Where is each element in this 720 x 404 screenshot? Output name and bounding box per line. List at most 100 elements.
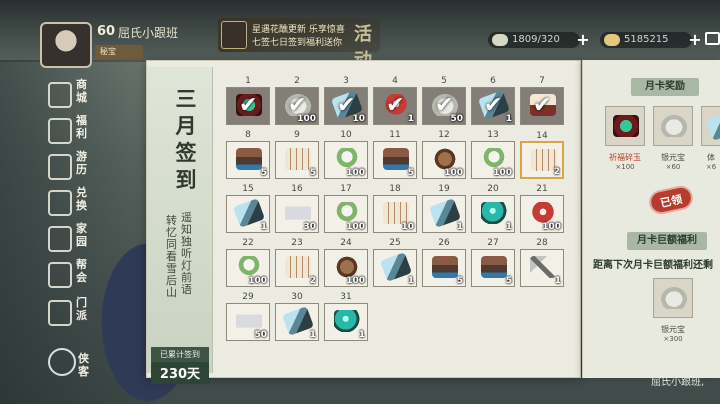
day-number: 12: [438, 130, 450, 140]
item-count: 1: [505, 222, 512, 232]
day-number: 26: [438, 238, 450, 248]
mail-icon[interactable]: [705, 32, 720, 45]
day-number: 8: [245, 130, 251, 140]
day-number: 20: [487, 184, 499, 194]
signin-day-19[interactable]: 19 1: [422, 184, 466, 233]
player-name: 屈氏小跟班: [118, 26, 179, 40]
monthly-reward-1[interactable]: [605, 106, 645, 146]
day-number: 16: [291, 184, 303, 194]
gift-icon: [48, 118, 72, 144]
day-number: 24: [340, 238, 352, 248]
signin-day-8[interactable]: 85: [226, 130, 270, 179]
orb-icon: [481, 202, 507, 224]
menu-welfare[interactable]: 福利: [48, 114, 92, 150]
monthly-reward-3[interactable]: [701, 106, 720, 146]
signin-day-5[interactable]: 5 50 ✔: [422, 76, 466, 125]
add-silver-button[interactable]: +: [574, 31, 592, 49]
signin-day-14[interactable]: 14 2: [520, 131, 564, 179]
day-number: 13: [487, 130, 499, 140]
signin-day-31[interactable]: 31 1: [324, 292, 368, 341]
signin-day-1[interactable]: 1 ✔: [226, 76, 270, 125]
poem-line-left: 转忆同看雪后山: [166, 214, 177, 299]
day-number: 19: [438, 184, 450, 194]
signin-day-28[interactable]: 28 1: [520, 238, 564, 287]
menu-home[interactable]: 家园: [48, 222, 92, 258]
signin-day-16[interactable]: 16 30: [275, 184, 319, 233]
signin-day-2[interactable]: 2 100 ✔: [275, 76, 319, 125]
signin-day-10[interactable]: 10 100: [324, 130, 368, 179]
event-banner[interactable]: 星遇花醮更新 乐享惊喜 七签七日签到福利送你 活动: [218, 18, 380, 71]
signin-day-20[interactable]: 20 1: [471, 184, 515, 233]
scroll-icon: [285, 148, 311, 170]
day-number: 27: [487, 238, 499, 248]
day-number: 18: [389, 184, 401, 194]
signin-day-13[interactable]: 13 100: [471, 130, 515, 179]
tea-brick-icon: [334, 256, 360, 278]
gold-value: 5185215: [624, 34, 669, 45]
menu-sect[interactable]: 门派: [48, 296, 92, 332]
signin-day-26[interactable]: 26 5: [422, 238, 466, 287]
signin-day-23[interactable]: 23 2: [275, 238, 319, 287]
day-number: 11: [389, 130, 401, 140]
add-gold-button[interactable]: +: [686, 31, 704, 49]
monthly-reward-2[interactable]: [653, 106, 693, 146]
signin-day-11[interactable]: 11 5: [373, 130, 417, 179]
signin-day-21[interactable]: 21 100: [520, 184, 564, 233]
menu-guild[interactable]: 帮会: [48, 258, 92, 294]
signin-day-7[interactable]: 7 ✔: [520, 76, 564, 125]
scroll-icon: [285, 256, 311, 278]
day-number: 3: [343, 76, 349, 86]
signin-day-15[interactable]: 15 1: [226, 184, 270, 233]
hero-icon[interactable]: [48, 348, 76, 376]
total-signin-days: 230天: [151, 362, 209, 384]
signin-day-29[interactable]: 29 50: [226, 292, 270, 341]
item-count: 100: [346, 222, 365, 232]
travel-icon: [48, 154, 72, 180]
item-count: 1: [554, 276, 561, 286]
day-number: 2: [294, 76, 300, 86]
checkmark-icon: ✔: [533, 93, 552, 118]
signin-day-12[interactable]: 12 100: [422, 130, 466, 179]
signin-day-9[interactable]: 95: [275, 130, 319, 179]
day-number: 15: [242, 184, 254, 194]
menu-hero-label: 侠客: [78, 352, 89, 378]
menu-shop[interactable]: 商城: [48, 78, 92, 114]
checkmark-icon: ✔: [288, 93, 307, 118]
signin-day-25[interactable]: 25 1: [373, 238, 417, 287]
signin-day-18[interactable]: 18 10: [373, 184, 417, 233]
item-count: 100: [346, 276, 365, 286]
jade-fragment-icon: [613, 115, 639, 137]
menu-label: 商城: [76, 78, 87, 104]
signin-day-22[interactable]: 22 100: [226, 238, 270, 287]
big-reward[interactable]: [653, 278, 693, 318]
checkmark-icon: ✔: [484, 93, 503, 118]
signin-day-30[interactable]: 30 1: [275, 292, 319, 341]
signin-day-4[interactable]: 4 1 ✔: [373, 76, 417, 125]
item-count: 100: [542, 222, 561, 232]
signin-day-6[interactable]: 6 1 ✔: [471, 76, 515, 125]
signin-day-17[interactable]: 17 100: [324, 184, 368, 233]
item-count: 100: [248, 276, 267, 286]
item-count: 100: [493, 168, 512, 178]
player-avatar[interactable]: [40, 22, 92, 68]
monthly-reward-1-name: 祈福碎玉: [609, 153, 641, 162]
menu-label: 家园: [76, 222, 87, 248]
scroll-icon: [383, 202, 409, 224]
checkmark-icon: ✔: [386, 93, 405, 118]
banner-portrait-icon: [221, 21, 247, 49]
shop-icon: [48, 82, 72, 108]
total-signin: 已累计签到 230天: [151, 347, 209, 384]
day-number: 4: [392, 76, 398, 86]
chest-icon: [383, 148, 409, 170]
menu-exchange[interactable]: 兑换: [48, 186, 92, 222]
day-number: 1: [245, 76, 251, 86]
day-number: 10: [340, 130, 352, 140]
chest-icon: [432, 256, 458, 278]
menu-travel[interactable]: 游历: [48, 150, 92, 186]
signin-day-24[interactable]: 24 100: [324, 238, 368, 287]
tea-brick-icon: [432, 148, 458, 170]
monthly-card-title: 月卡奖励: [631, 78, 699, 96]
signin-day-27[interactable]: 27 5: [471, 238, 515, 287]
item-count: 1: [407, 276, 414, 286]
signin-day-3[interactable]: 3 10 ✔: [324, 76, 368, 125]
